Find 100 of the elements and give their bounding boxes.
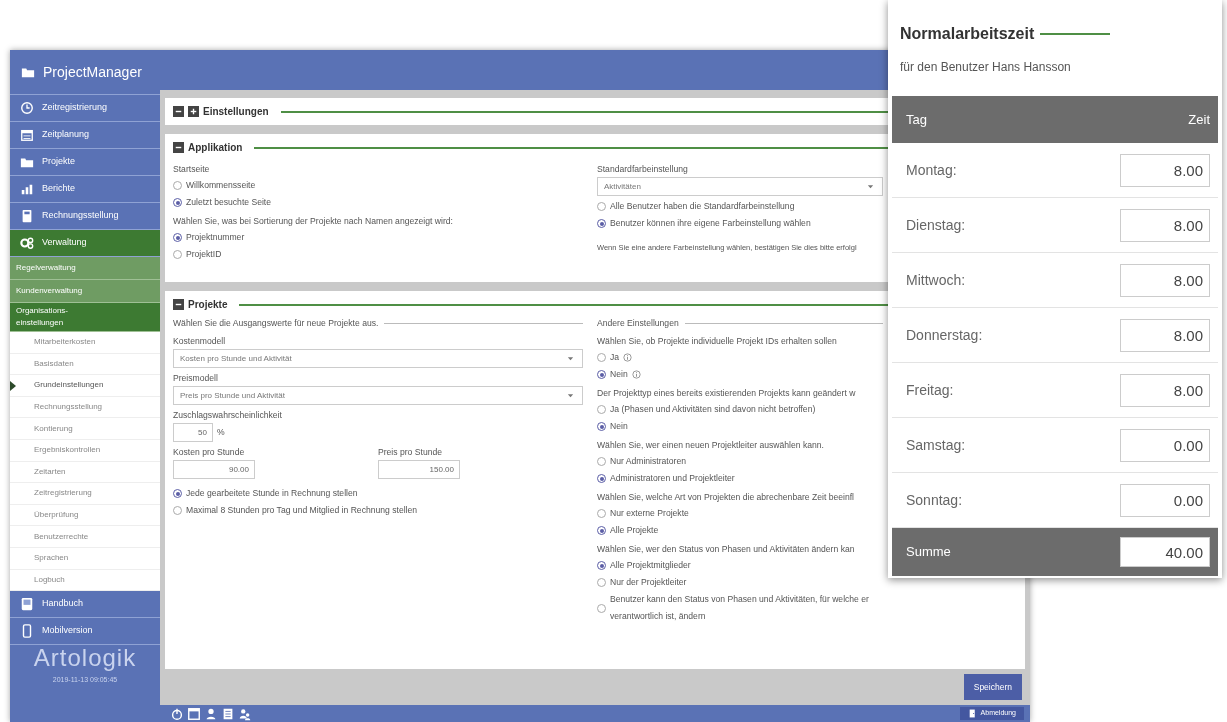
field-label: Zuschlagswahrscheinlichkeit bbox=[173, 409, 283, 422]
field-label: Kosten pro Stunde bbox=[173, 446, 246, 459]
sidebar-subitem[interactable]: Sprachen bbox=[10, 547, 160, 570]
sidebar-subitem[interactable]: Regelverwaltung bbox=[10, 257, 160, 280]
radio-button[interactable] bbox=[597, 422, 606, 431]
clock-icon bbox=[20, 101, 34, 115]
number-field[interactable]: 90.00 bbox=[173, 460, 255, 479]
caret-icon bbox=[567, 392, 574, 399]
unit-label: % bbox=[217, 426, 225, 439]
radio-button[interactable] bbox=[597, 603, 606, 613]
day-label: Donnerstag: bbox=[906, 325, 983, 345]
sidebar-subitem[interactable]: Zeitarten bbox=[10, 461, 160, 484]
sidebar-subitem[interactable]: Benutzerrechte bbox=[10, 526, 160, 548]
sidebar-subitem[interactable]: Grundeinstellungen bbox=[10, 375, 160, 397]
option-label: ProjektID bbox=[186, 248, 222, 261]
radio-button[interactable] bbox=[173, 181, 182, 190]
radio-button[interactable] bbox=[597, 370, 606, 379]
radio-button[interactable] bbox=[173, 489, 182, 498]
sidebar-subitem[interactable]: Überprüfung bbox=[10, 504, 160, 527]
radio-button[interactable] bbox=[597, 561, 606, 570]
time-field[interactable]: 8.00 bbox=[1120, 318, 1210, 352]
total-field[interactable]: 40.00 bbox=[1120, 537, 1210, 567]
option-label: Jede gearbeitete Stunde in Rechnung stellen bbox=[186, 487, 358, 500]
option-label: Administratoren und Projektleiter bbox=[610, 472, 735, 485]
field-label: Wählen Sie, wer einen neuen Projektleiter auswählen kann. bbox=[597, 439, 825, 452]
radio-button[interactable] bbox=[597, 474, 606, 483]
caret-icon bbox=[567, 355, 574, 362]
total-label: Summe bbox=[906, 543, 951, 562]
time-field[interactable]: 8.00 bbox=[1120, 208, 1210, 242]
day-label: Freitag: bbox=[906, 380, 954, 400]
option-label: Nur der Projektleiter bbox=[610, 576, 687, 589]
option-label: Alle Benutzer haben die Standardfarbeinstellung bbox=[610, 200, 795, 213]
field-label: Startseite bbox=[173, 163, 211, 176]
option-label: Ja (Phasen und Aktivitäten sind davon nicht betroffen) bbox=[610, 403, 816, 416]
calendar-icon bbox=[20, 128, 34, 142]
document-icon[interactable] bbox=[221, 706, 235, 721]
field-label: Wählen Sie, welche Art von Projekten die abrechenbare Zeit beeinfl bbox=[597, 491, 855, 504]
time-field[interactable]: 8.00 bbox=[1120, 153, 1210, 187]
sidebar-subitem[interactable]: Kundenverwaltung bbox=[10, 280, 160, 303]
sidebar-subitem[interactable]: Zeitregistrierung bbox=[10, 483, 160, 505]
option-label: Benutzer kann den Status von Phasen und Aktivitäten, für welche er verantwortlich ist, ändern bbox=[610, 593, 870, 623]
column-header: Zeit bbox=[1188, 110, 1210, 129]
sidebar-subitem[interactable]: Logbuch bbox=[10, 569, 160, 592]
option-label: Willkommensseite bbox=[186, 179, 256, 192]
sidebar-subitem[interactable]: Organisations-einstellungen bbox=[10, 303, 160, 332]
sidebar-subitem[interactable]: Basisdaten bbox=[10, 353, 160, 376]
number-field[interactable]: 150.00 bbox=[378, 460, 460, 479]
day-label: Mittwoch: bbox=[906, 270, 966, 290]
dropdown[interactable]: Preis pro Stunde und Aktivität bbox=[173, 386, 583, 405]
power-icon[interactable] bbox=[170, 706, 184, 721]
radio-button[interactable] bbox=[173, 198, 182, 207]
option-label: Nein bbox=[610, 420, 628, 433]
selected-arrow-icon bbox=[10, 381, 16, 392]
day-label: Montag: bbox=[906, 160, 957, 180]
dropdown-value: Kosten pro Stunde und Aktivität bbox=[180, 352, 292, 365]
sidebar-subitem[interactable]: Rechnungsstellung bbox=[10, 396, 160, 419]
option-label: Alle Projekte bbox=[610, 524, 659, 537]
radio-button[interactable] bbox=[597, 457, 606, 466]
option-label: Nur externe Projekte bbox=[610, 507, 689, 520]
sidebar-subitem[interactable]: Mitarbeiterkosten bbox=[10, 332, 160, 354]
time-field[interactable]: 8.00 bbox=[1120, 373, 1210, 407]
option-label: Maximal 8 Stunden pro Tag und Mitglied in Rechnung stellen bbox=[186, 504, 418, 517]
time-field[interactable]: 8.00 bbox=[1120, 263, 1210, 297]
field-label: Wählen Sie, ob Projekte individuelle Projekt IDs erhalten sollen bbox=[597, 335, 838, 348]
radio-button[interactable] bbox=[597, 578, 606, 587]
dropdown[interactable]: Aktivitäten bbox=[597, 177, 883, 196]
dropdown-value: Preis pro Stunde und Aktivität bbox=[180, 389, 285, 402]
option-label: Projektnummer bbox=[186, 231, 245, 244]
popup-subtitle: für den Benutzer Hans Hansson bbox=[900, 59, 1072, 76]
number-field[interactable]: 50 bbox=[173, 423, 213, 442]
radio-button[interactable] bbox=[597, 219, 606, 228]
time-field[interactable]: 0.00 bbox=[1120, 428, 1210, 462]
time-field[interactable]: 0.00 bbox=[1120, 483, 1210, 517]
field-label: Preismodell bbox=[173, 372, 219, 385]
day-label: Dienstag: bbox=[906, 215, 966, 235]
sidebar-subitem[interactable]: Kontierung bbox=[10, 418, 160, 440]
radio-button[interactable] bbox=[597, 405, 606, 414]
radio-button[interactable] bbox=[173, 506, 182, 515]
people-icon[interactable] bbox=[238, 706, 252, 721]
radio-button[interactable] bbox=[173, 250, 182, 259]
phone-icon bbox=[20, 624, 34, 639]
field-label: Preis pro Stunde bbox=[378, 446, 443, 459]
radio-button[interactable] bbox=[597, 353, 606, 362]
dropdown[interactable]: Kosten pro Stunde und Aktivität bbox=[173, 349, 583, 368]
radio-button[interactable] bbox=[597, 509, 606, 518]
field-label: Wählen Sie, wer den Status von Phasen und Aktivitäten ändern kan bbox=[597, 543, 856, 556]
radio-button[interactable] bbox=[597, 202, 606, 211]
option-label: Nein bbox=[610, 368, 628, 381]
subheading: Andere Einstellungen bbox=[597, 317, 679, 330]
day-label: Sonntag: bbox=[906, 490, 963, 510]
radio-button[interactable] bbox=[597, 526, 606, 535]
window-icon[interactable] bbox=[187, 706, 201, 721]
field-label: Standardfarbeinstellung bbox=[597, 163, 689, 176]
save-button[interactable]: Speichern bbox=[963, 673, 1022, 701]
sidebar-item[interactable]: Handbuch bbox=[10, 591, 160, 619]
sidebar-subitem[interactable]: Ergebniskontrollen bbox=[10, 439, 160, 462]
sidebar-item[interactable]: Verwaltung bbox=[10, 230, 160, 257]
person-icon[interactable] bbox=[204, 706, 218, 721]
section-title: Projekte bbox=[188, 298, 228, 312]
radio-button[interactable] bbox=[173, 233, 182, 242]
